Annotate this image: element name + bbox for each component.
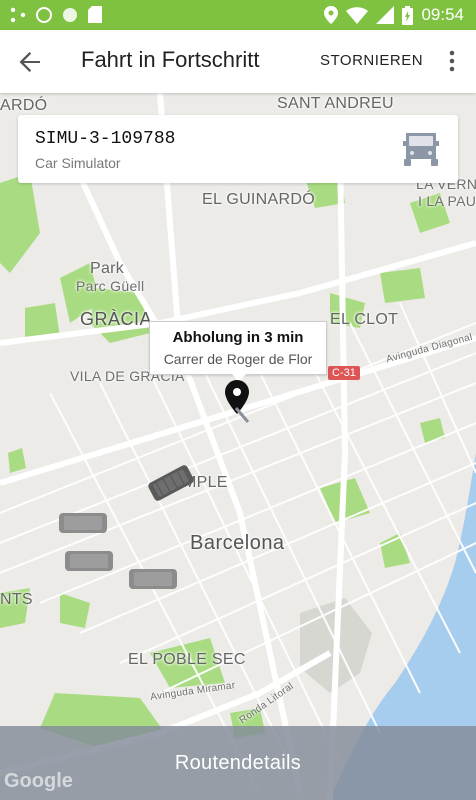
more-options-icon[interactable] bbox=[440, 48, 464, 74]
location-icon bbox=[324, 6, 339, 24]
road-badge: C-31 bbox=[328, 366, 360, 380]
car-marker[interactable] bbox=[58, 511, 108, 535]
google-logo: Google bbox=[4, 770, 73, 792]
map-label: Park bbox=[90, 260, 125, 277]
battery-charging-icon bbox=[402, 5, 414, 25]
map-label: Parc Güell bbox=[76, 278, 145, 294]
circle-icon bbox=[63, 7, 77, 22]
vehicle-id: SIMU-3-109788 bbox=[35, 129, 176, 149]
back-arrow-icon[interactable] bbox=[14, 46, 46, 78]
map-label: I LA PAU bbox=[418, 193, 476, 209]
wifi-icon bbox=[346, 6, 369, 24]
page-title: Fahrt in Fortschritt bbox=[81, 47, 260, 72]
map-label: ARDÓ bbox=[0, 97, 48, 114]
status-bar: 09:54 bbox=[0, 0, 476, 30]
pickup-eta: Abholung in 3 min bbox=[172, 329, 304, 346]
status-time: 09:54 bbox=[421, 5, 464, 24]
map-label: SANT ANDREU bbox=[277, 95, 394, 112]
map-view[interactable]: SANT ANDREU ARDÓ EL GUINARDÓ LA VERNEDA … bbox=[0, 93, 476, 800]
app-bar: Fahrt in Fortschritt STORNIEREN bbox=[0, 30, 476, 93]
car-marker[interactable] bbox=[64, 549, 114, 573]
map-label: EL CLOT bbox=[330, 311, 399, 328]
map-label: Barcelona bbox=[190, 532, 285, 554]
van-icon bbox=[403, 133, 439, 166]
pickup-info-window[interactable]: Abholung in 3 min Carrer de Roger de Flo… bbox=[149, 321, 327, 382]
vehicle-card[interactable]: SIMU-3-109788 Car Simulator bbox=[18, 115, 458, 183]
map-label: GRÀCIA bbox=[80, 309, 153, 329]
circle-icon bbox=[36, 6, 52, 23]
sd-card-icon bbox=[88, 6, 102, 23]
signal-icon bbox=[376, 6, 395, 24]
vehicle-type: Car Simulator bbox=[35, 155, 121, 171]
cancel-button[interactable]: STORNIEREN bbox=[320, 52, 423, 69]
car-marker-active[interactable] bbox=[146, 463, 196, 503]
pickup-address: Carrer de Roger de Flor bbox=[163, 351, 313, 367]
share-icon bbox=[10, 7, 26, 22]
route-line bbox=[234, 407, 250, 423]
map-label: EL GUINARDÓ bbox=[202, 191, 315, 208]
car-marker[interactable] bbox=[128, 567, 178, 591]
map-label: EL POBLE SEC bbox=[128, 651, 246, 668]
map-label: NTS bbox=[0, 591, 33, 608]
